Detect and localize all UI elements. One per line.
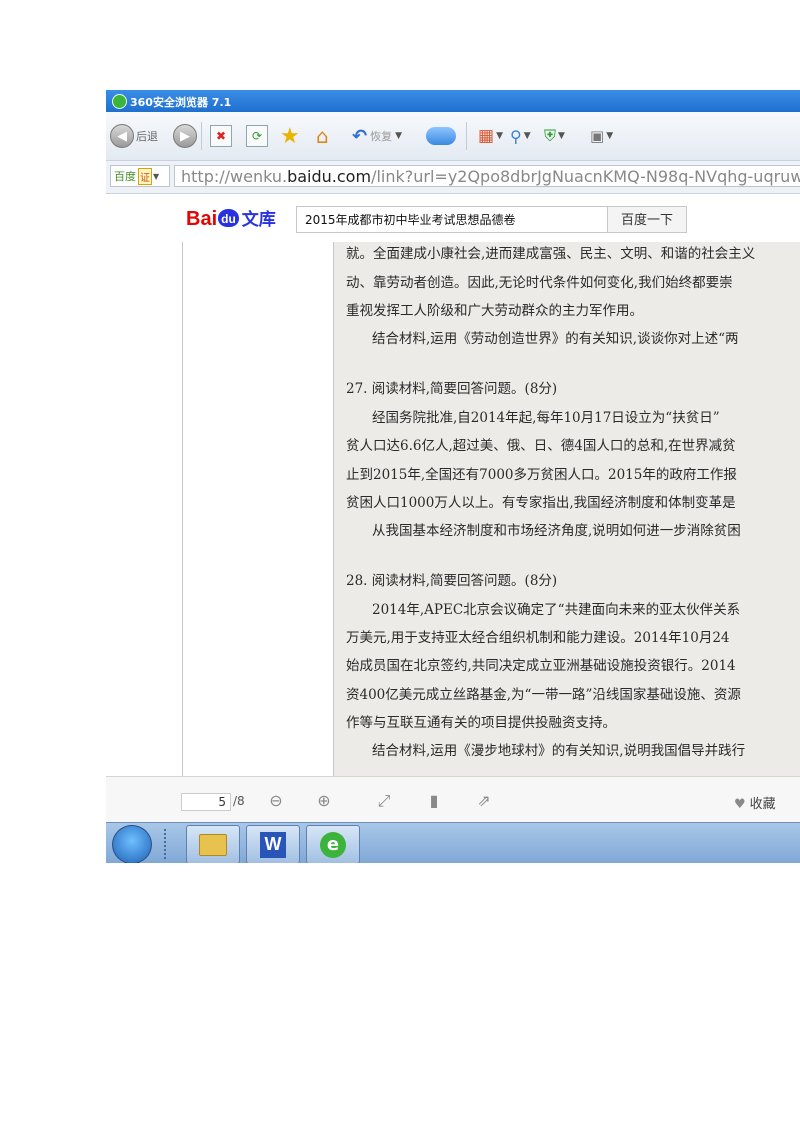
doc-line: 经国务院批准,自2014年起,每年10月17日设立为“扶贫日” <box>372 410 720 426</box>
heart-icon: ♥ <box>734 797 746 812</box>
chevron-down-icon: ▼ <box>523 131 531 141</box>
shield-icon: ⛨ <box>544 126 557 145</box>
doc-line: 始成员国在北京签约,共同决定成立亚洲基础设施投资银行。2014 <box>346 658 736 674</box>
search-engine-selector[interactable]: 百度 证 ▼ <box>110 165 170 187</box>
taskbar-grip <box>164 829 170 859</box>
bookmark-icon[interactable]: ▮ <box>424 791 444 811</box>
reader-toolbar: 5 /8 ⊖ ⊕ ⤢ ▮ ⇗ ♥ 收藏 <box>106 776 800 823</box>
toolbar-divider <box>201 122 202 150</box>
logo-bai: Bai <box>186 208 218 230</box>
screenshot-icon: ▣ <box>590 127 605 145</box>
address-prefix: http://wenku. <box>181 167 288 186</box>
close-page-button[interactable]: ✖ <box>210 123 232 149</box>
address-domain: baidu.com <box>287 167 372 186</box>
browser-title-bar: 360安全浏览器 7.1 <box>106 90 800 112</box>
doc-line: 27. 阅读材料,简要回答问题。(8分) <box>346 381 558 397</box>
chevron-down-icon: ▼ <box>153 171 160 181</box>
windows-start-icon[interactable] <box>112 825 152 863</box>
page-total: /8 <box>233 794 245 808</box>
content-area: 就。全面建成小康社会,进而建成富强、民主、文明、和谐的社会主义 动、靠劳动者创造… <box>106 242 800 776</box>
windows-taskbar: W e <box>106 822 800 863</box>
favorite-button[interactable]: ♥ 收藏 <box>734 793 776 812</box>
forward-button[interactable]: ▶ <box>173 123 197 149</box>
browser-logo-icon <box>112 94 127 109</box>
doc-line: 贫困人口1000万人以上。有专家指出,我国经济制度和体制变革是 <box>346 495 736 511</box>
left-panel <box>106 242 183 776</box>
restore-label: 恢复 <box>370 130 393 143</box>
doc-line: 万美元,用于支持亚太经合组织机制和能力建设。2014年10月24 <box>346 630 730 646</box>
home-icon: ⌂ <box>316 124 329 148</box>
doc-line: 结合材料,运用《漫步地球村》的有关知识,说明我国倡导并践行 <box>372 743 746 759</box>
doc-line: 资400亿美元成立丝路基金,为“一带一路”沿线国家基础设施、资源 <box>346 687 741 703</box>
doc-line: 贫人口达6.6亿人,超过美、俄、日、德4国人口的总和,在世界减贫 <box>346 438 736 454</box>
document-page: 就。全面建成小康社会,进而建成富强、民主、文明、和谐的社会主义 动、靠劳动者创造… <box>334 242 800 776</box>
ie-icon: e <box>320 831 346 858</box>
zoom-out-icon[interactable]: ⊖ <box>266 791 286 811</box>
back-icon: ◀ <box>110 124 134 148</box>
doc-line: 作等与互联互通有关的项目提供投融资支持。 <box>346 715 616 731</box>
search-tool-icon: ⚲ <box>510 126 522 146</box>
back-label: 后退 <box>136 130 158 143</box>
wenku-header: Bai du 文库 2015年成都市初中毕业考试思想品德卷 百度一下 <box>106 194 800 243</box>
taskbar-explorer-button[interactable] <box>186 825 240 863</box>
search-tool-button[interactable]: ⚲ ▼ <box>510 123 531 149</box>
home-button[interactable]: ⌂ <box>316 123 329 149</box>
apps-icon: ▦ <box>478 126 495 146</box>
screenshot: 360安全浏览器 7.1 ◀ 后退 ▶ ✖ ⟳ ★ ⌂ ↶ 恢复 ▼ ▦ ▼ ⚲… <box>106 90 800 863</box>
doc-line: 止到2015年,全国还有7000多万贫困人口。2015年的政府工作报 <box>346 467 737 483</box>
chevron-down-icon: ▼ <box>496 131 503 141</box>
restore-button[interactable]: ↶ 恢复 ▼ <box>352 123 402 149</box>
fullscreen-icon[interactable]: ⤢ <box>374 791 394 811</box>
address-path: /link?url=y2Qpo8dbrJgNuacnKMQ-N98q-NVqhg… <box>371 167 800 186</box>
cloud-icon <box>426 127 456 145</box>
security-button[interactable]: ⛨ ▼ <box>544 123 565 149</box>
apps-button[interactable]: ▦ ▼ <box>478 123 503 149</box>
thumbnail-panel <box>183 242 334 776</box>
doc-line: 动、靠劳动者创造。因此,无论时代条件如何变化,我们始终都要崇 <box>346 275 733 291</box>
taskbar-browser-button[interactable]: e <box>306 825 360 863</box>
address-row: 百度 证 ▼ http://wenku.baidu.com/link?url=y… <box>106 161 800 194</box>
page-number-input[interactable]: 5 <box>181 793 231 811</box>
wps-icon: W <box>260 831 286 858</box>
taskbar-wps-button[interactable]: W <box>246 825 300 863</box>
back-button[interactable]: ◀ 后退 <box>110 123 158 149</box>
doc-line: 从我国基本经济制度和市场经济角度,说明如何进一步消除贫困 <box>372 523 741 539</box>
browser-toolbar: ◀ 后退 ▶ ✖ ⟳ ★ ⌂ ↶ 恢复 ▼ ▦ ▼ ⚲ ▼ ⛨ ▼ ▣ ▼ <box>106 112 800 161</box>
toolbar-divider <box>466 122 467 150</box>
chevron-down-icon: ▼ <box>395 131 403 141</box>
baidu-wenku-logo[interactable]: Bai du 文库 <box>186 205 276 231</box>
share-icon[interactable]: ⇗ <box>474 791 494 811</box>
favorite-label: 收藏 <box>749 797 776 812</box>
chevron-down-icon: ▼ <box>558 131 565 141</box>
wenku-search-button[interactable]: 百度一下 <box>607 206 687 233</box>
close-page-icon: ✖ <box>210 125 232 147</box>
undo-icon: ↶ <box>352 125 368 147</box>
chevron-down-icon: ▼ <box>606 131 614 141</box>
folder-icon <box>199 833 227 856</box>
logo-wenku: 文库 <box>241 210 276 229</box>
doc-line: 28. 阅读材料,简要回答问题。(8分) <box>346 573 558 589</box>
doc-line: 2014年,APEC北京会议确定了“共建面向未来的亚太伙伴关系 <box>372 602 741 618</box>
logo-du: du <box>218 209 239 227</box>
doc-line: 重视发挥工人阶级和广大劳动群众的主力军作用。 <box>346 303 643 319</box>
screenshot-button[interactable]: ▣ ▼ <box>590 123 613 149</box>
cloud-button[interactable] <box>426 123 456 149</box>
forward-icon: ▶ <box>173 124 197 148</box>
doc-line: 结合材料,运用《劳动创造世界》的有关知识,谈谈你对上述“两 <box>372 331 739 347</box>
favorites-button[interactable]: ★ <box>280 123 300 149</box>
refresh-icon: ⟳ <box>246 125 268 147</box>
zoom-in-icon[interactable]: ⊕ <box>314 791 334 811</box>
wenku-search-input[interactable]: 2015年成都市初中毕业考试思想品德卷 <box>296 206 608 233</box>
browser-title: 360安全浏览器 7.1 <box>130 96 232 109</box>
doc-line: 就。全面建成小康社会,进而建成富强、民主、文明、和谐的社会主义 <box>346 246 756 262</box>
search-engine-label: 百度 <box>114 170 136 183</box>
star-icon: ★ <box>280 123 300 149</box>
cert-badge: 证 <box>138 167 152 185</box>
address-bar[interactable]: http://wenku.baidu.com/link?url=y2Qpo8db… <box>174 165 800 187</box>
refresh-button[interactable]: ⟳ <box>246 123 268 149</box>
